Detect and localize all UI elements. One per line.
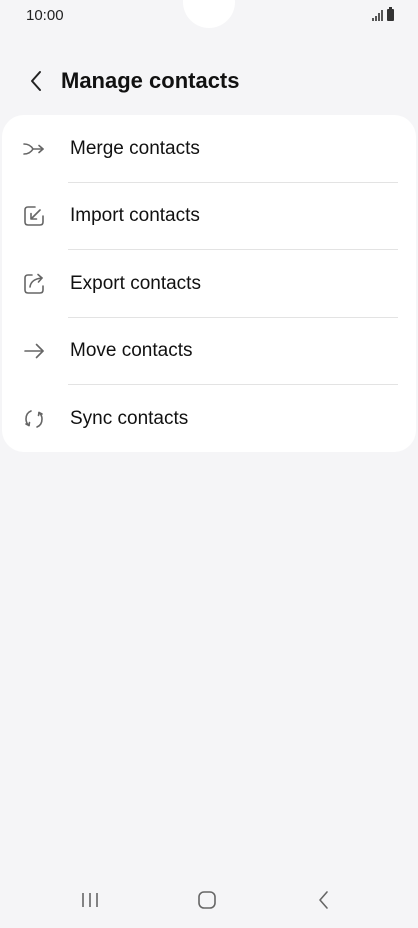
menu-item-label: Sync contacts [70, 407, 189, 429]
menu-item-label: Import contacts [70, 205, 200, 227]
manage-contacts-menu: Merge contacts Import contacts Export co… [2, 115, 416, 452]
back-icon [319, 891, 328, 909]
back-button[interactable] [12, 58, 60, 104]
menu-item-export-contacts[interactable]: Export contacts [2, 250, 416, 318]
menu-item-sync-contacts[interactable]: Sync contacts [2, 385, 416, 452]
export-icon [22, 272, 56, 296]
home-button[interactable] [183, 884, 231, 916]
recent-apps-icon [82, 893, 98, 907]
recent-apps-button[interactable] [66, 884, 114, 916]
camera-notch [183, 0, 235, 28]
menu-item-import-contacts[interactable]: Import contacts [2, 183, 416, 250]
status-icons [372, 7, 394, 21]
navigation-bar [0, 872, 418, 928]
menu-item-label: Move contacts [70, 340, 193, 362]
menu-item-label: Merge contacts [70, 137, 200, 159]
menu-item-move-contacts[interactable]: Move contacts [2, 318, 416, 385]
import-icon [22, 204, 56, 228]
status-bar: 10:00 [0, 0, 418, 32]
header: Manage contacts [0, 58, 418, 104]
sync-icon [22, 407, 56, 431]
arrow-right-icon [22, 339, 56, 363]
chevron-left-icon [31, 71, 41, 91]
page-title: Manage contacts [61, 68, 240, 93]
menu-item-label: Export contacts [70, 272, 201, 294]
nav-back-button[interactable] [300, 884, 348, 916]
home-icon [198, 891, 216, 909]
signal-icon [372, 9, 383, 21]
merge-icon [22, 137, 56, 161]
battery-icon [387, 7, 394, 21]
status-time: 10:00 [26, 7, 64, 24]
menu-item-merge-contacts[interactable]: Merge contacts [2, 115, 416, 183]
